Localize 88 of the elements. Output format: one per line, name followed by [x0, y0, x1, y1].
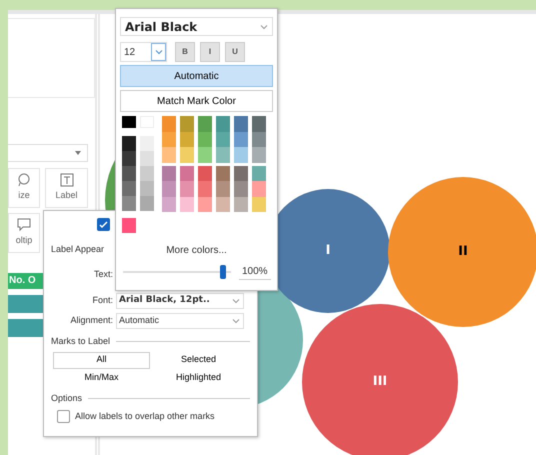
option-button[interactable]: Selected	[150, 352, 247, 368]
font-dropdown[interactable]: Arial Black	[120, 17, 273, 36]
marks-button[interactable]: oltip	[8, 213, 40, 253]
color-swatch[interactable]	[122, 166, 136, 181]
color-swatch[interactable]	[180, 147, 194, 162]
opacity-reading: 100%	[239, 264, 271, 280]
style-button[interactable]: U	[225, 42, 245, 62]
color-swatch[interactable]	[198, 181, 212, 196]
color-swatch[interactable]	[216, 196, 230, 212]
marks-button[interactable]: ize	[8, 168, 40, 208]
color-swatch[interactable]	[198, 147, 212, 162]
color-swatch[interactable]	[180, 132, 194, 147]
color-swatch[interactable]	[162, 116, 176, 132]
font-size-field[interactable]: 12	[120, 42, 167, 62]
field-label: Font:	[91, 294, 113, 308]
color-swatch[interactable]	[198, 196, 212, 212]
marks-button[interactable]: Label	[45, 168, 88, 208]
dropdown-field[interactable]: Arial Black, 12pt..	[116, 293, 244, 309]
chevron-down-icon	[154, 49, 162, 55]
dropdown-field[interactable]	[8, 144, 88, 162]
color-swatch[interactable]	[252, 181, 266, 196]
color-swatch[interactable]	[234, 116, 248, 132]
color-swatch[interactable]	[162, 132, 176, 147]
color-option[interactable]: Match Mark Color	[120, 90, 273, 112]
color-swatch[interactable]	[234, 196, 248, 212]
color-swatch[interactable]	[216, 181, 230, 196]
color-swatch[interactable]	[234, 181, 248, 196]
color-swatch[interactable]	[140, 181, 154, 196]
color-swatch[interactable]	[198, 166, 212, 181]
color-swatch[interactable]	[140, 151, 154, 166]
color-swatch[interactable]	[122, 116, 136, 128]
color-swatch[interactable]	[162, 181, 176, 196]
color-option[interactable]: Automatic	[120, 65, 273, 87]
checkbox[interactable]	[57, 410, 70, 424]
color-swatch[interactable]	[252, 116, 266, 132]
style-button[interactable]: I	[200, 42, 220, 62]
color-swatch[interactable]	[122, 136, 136, 151]
section-title: Label Appear	[51, 243, 104, 256]
more-colors-link[interactable]: More colors...	[166, 243, 227, 258]
color-swatch[interactable]	[180, 116, 194, 132]
color-swatch[interactable]	[252, 147, 266, 162]
color-swatch[interactable]	[216, 116, 230, 132]
color-swatch[interactable]	[122, 181, 136, 196]
color-swatch[interactable]	[198, 132, 212, 147]
chevron-down-icon	[232, 318, 240, 324]
lasso-icon	[17, 173, 31, 188]
slider-thumb[interactable]	[220, 265, 226, 279]
color-swatch[interactable]	[162, 166, 176, 181]
color-swatch[interactable]	[252, 196, 266, 212]
chevron-down-icon	[74, 150, 82, 156]
color-swatch[interactable]	[140, 136, 154, 151]
color-swatch[interactable]	[234, 132, 248, 147]
section-title: Marks to Label	[51, 335, 250, 348]
color-swatch[interactable]	[122, 218, 136, 233]
checkbox-label: Allow labels to overlap other marks	[75, 410, 215, 423]
option-button[interactable]: All	[53, 352, 150, 368]
option-button[interactable]: Min/Max	[53, 370, 150, 386]
color-swatch[interactable]	[180, 196, 194, 212]
color-swatch[interactable]	[252, 132, 266, 147]
color-swatch[interactable]	[162, 147, 176, 162]
color-swatch[interactable]	[234, 147, 248, 162]
section-title: Options	[51, 392, 250, 405]
color-swatch[interactable]	[162, 196, 176, 212]
text-box-icon	[60, 173, 74, 188]
color-swatch[interactable]	[180, 166, 194, 181]
style-button[interactable]: B	[175, 42, 195, 62]
color-swatch[interactable]	[140, 166, 154, 181]
color-swatch[interactable]	[216, 132, 230, 147]
color-swatch[interactable]	[198, 116, 212, 132]
color-swatch[interactable]	[122, 196, 136, 211]
show-labels-checkbox[interactable]	[97, 218, 110, 231]
bubble-label: I	[326, 242, 330, 260]
bubble-label: III	[372, 373, 388, 392]
color-swatch[interactable]	[216, 147, 230, 162]
speech-bubble-icon	[17, 218, 31, 232]
dropdown-field[interactable]: Automatic	[116, 313, 244, 329]
color-swatch[interactable]	[140, 196, 154, 211]
option-button[interactable]: Highlighted	[150, 370, 247, 386]
chevron-down-icon	[260, 24, 268, 30]
color-swatch[interactable]	[234, 166, 248, 181]
field-label: Text:	[92, 268, 113, 280]
chevron-down-icon	[232, 298, 240, 304]
color-swatch[interactable]	[180, 181, 194, 196]
bubble-label: II	[458, 243, 468, 262]
color-swatch[interactable]	[122, 151, 136, 166]
color-swatch[interactable]	[252, 166, 266, 181]
color-swatch[interactable]	[216, 166, 230, 181]
field-label: Alignment:	[69, 314, 113, 328]
